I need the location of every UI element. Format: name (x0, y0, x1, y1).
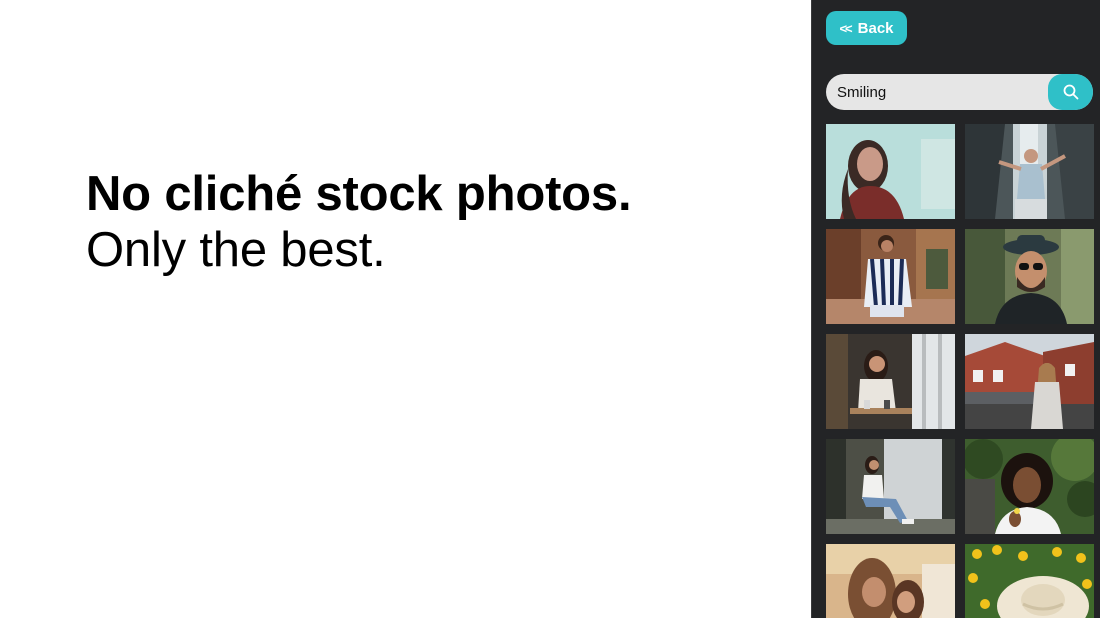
search-bar (826, 74, 1093, 110)
search-input[interactable] (826, 74, 1048, 110)
back-button-label: Back (857, 19, 894, 37)
photo-woman-pale-backdrop[interactable] (826, 124, 955, 219)
hero-title: No cliché stock photos. (86, 167, 632, 221)
photo-woman-sitting-window[interactable] (826, 439, 955, 534)
photo-sun-hat-flowers[interactable] (965, 544, 1094, 618)
hero: No cliché stock photos. Only the best. (86, 166, 766, 278)
photo-woman-striped-shirt-steps[interactable] (826, 229, 955, 324)
photo-woman-curly-hair-trees[interactable] (965, 439, 1094, 534)
page: No cliché stock photos. Only the best. <… (0, 0, 1100, 618)
photo-woman-waterfall[interactable] (965, 124, 1094, 219)
photo-mother-child[interactable] (826, 544, 955, 618)
photo-woman-cafe-table[interactable] (826, 334, 955, 429)
double-chevron-left-icon: << (839, 20, 852, 36)
photo-grid (826, 124, 1094, 618)
photo-man-hat-sunglasses[interactable] (965, 229, 1094, 324)
search-button[interactable] (1048, 74, 1093, 110)
back-button[interactable]: << Back (826, 11, 907, 45)
hero-subtitle: Only the best. (86, 223, 386, 277)
photo-woman-street-houses[interactable] (965, 334, 1094, 429)
search-icon (1063, 84, 1078, 100)
photo-picker-panel: << Back (811, 0, 1100, 618)
